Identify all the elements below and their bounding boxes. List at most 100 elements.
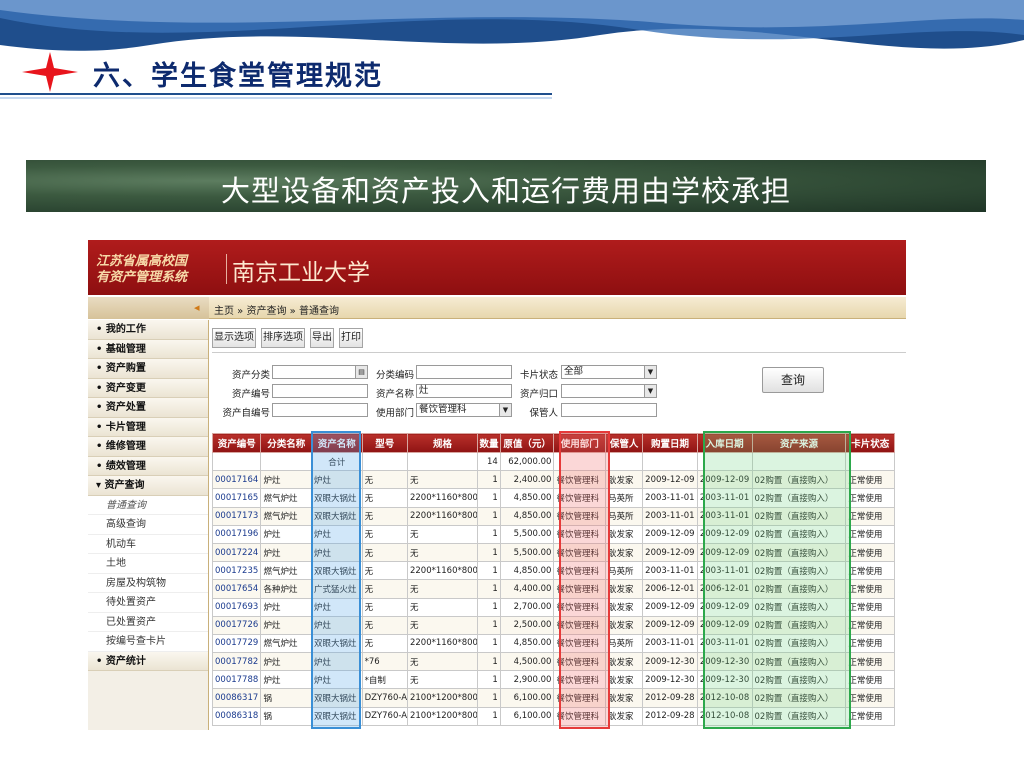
table-row[interactable]: 00017729 燃气炉灶 双眼大锅灶无 2200*1160*800 1 4,850.00… bbox=[211, 633, 895, 654]
column-header[interactable]: 使用部门 bbox=[553, 433, 607, 453]
column-header[interactable]: 资产名称 bbox=[311, 433, 363, 453]
sidebar-sub-disposed[interactable]: 已处置资产 bbox=[88, 612, 208, 632]
table-row[interactable]: 00017654 各种炉灶 广式猛火灶无无 1 4,400.00 餐饮管理科 耿发家 2006… bbox=[211, 579, 895, 599]
table-cell: 02购置（直接购入） bbox=[751, 633, 847, 654]
table-body: 合计 14 62,000.00 00017164 炉灶 炉灶无无 1 2,400.00 餐饮管理… bbox=[211, 451, 895, 726]
export-button[interactable]: 导出 bbox=[310, 328, 334, 348]
table-row[interactable]: 00017173 燃气炉灶 双眼大锅灶无 2200*1160*800 1 4,850.00… bbox=[211, 506, 895, 526]
sidebar-sub-pending-disposal[interactable]: 待处置资产 bbox=[88, 593, 208, 613]
table-cell: 正常使用 bbox=[845, 506, 895, 526]
sidebar-sub-normal-query[interactable]: 普通查询 bbox=[88, 495, 208, 515]
table-cell: 炉灶 bbox=[260, 652, 313, 672]
table-cell: 2012-10-08 bbox=[696, 706, 753, 726]
table-row[interactable]: 00017164 炉灶 炉灶无无 1 2,400.00 餐饮管理科 耿发家 2009-12-0… bbox=[211, 470, 895, 490]
column-header[interactable]: 数量 bbox=[477, 433, 501, 453]
sidebar-sub-land[interactable]: 土地 bbox=[88, 554, 208, 574]
column-header[interactable]: 原值（元） bbox=[499, 433, 555, 453]
table-row[interactable]: 00017726 炉灶 炉灶无无 1 2,500.00 餐饮管理科 耿发家 2009-12-0… bbox=[211, 615, 895, 635]
table-cell: 4,850.00 bbox=[499, 633, 555, 654]
table-cell: 2,900.00 bbox=[499, 670, 555, 690]
table-row[interactable]: 00086318 锅双眼大锅灶 DZY760-A 2100*1200*800 1 6,10… bbox=[211, 706, 895, 726]
sort-options-button[interactable]: 排序选项 bbox=[261, 328, 305, 348]
table-row[interactable]: 00017788 炉灶 炉灶 *自制无 1 2,900.00 餐饮管理科 耿发家 2009-12… bbox=[211, 670, 895, 690]
sidebar-item-disposal[interactable]: • 资产处置 bbox=[88, 398, 208, 418]
collapse-arrow-icon[interactable]: ◂ bbox=[194, 301, 200, 314]
keeper-input[interactable] bbox=[561, 403, 657, 417]
sidebar-item-change[interactable]: • 资产变更 bbox=[88, 378, 208, 398]
sidebar-item-query[interactable]: ▾ 资产查询 bbox=[88, 476, 208, 496]
table-row[interactable]: 00017782 炉灶 炉灶 *76 无 1 4,500.00 餐饮管理科 耿发家 2009-12… bbox=[211, 652, 895, 672]
table-row[interactable]: 00017693 炉灶 炉灶无无 1 2,700.00 餐饮管理科 耿发家 2009-12-0… bbox=[211, 597, 895, 617]
table-cell[interactable]: 00017165 bbox=[211, 488, 262, 508]
table-cell[interactable]: 00017729 bbox=[211, 633, 262, 654]
column-header[interactable]: 保管人 bbox=[605, 433, 644, 453]
sidebar-sub-advanced-query[interactable]: 高级查询 bbox=[88, 515, 208, 535]
table-cell: 炉灶 bbox=[260, 615, 313, 635]
table-cell[interactable]: 00017788 bbox=[211, 670, 262, 690]
table-cell[interactable]: 00086317 bbox=[211, 688, 262, 708]
table-row[interactable]: 00017165 燃气炉灶 双眼大锅灶无 2200*1160*800 1 4,850.00… bbox=[211, 488, 895, 508]
sidebar-item-my-work[interactable]: • 我的工作 bbox=[88, 320, 208, 340]
print-button[interactable]: 打印 bbox=[339, 328, 363, 348]
table-cell[interactable]: 00017224 bbox=[211, 542, 262, 563]
table-cell[interactable]: 00017196 bbox=[211, 524, 262, 544]
column-header[interactable]: 分类名称 bbox=[260, 433, 313, 453]
table-cell[interactable]: 00086318 bbox=[211, 706, 262, 726]
chevron-down-icon[interactable]: ▼ bbox=[644, 366, 656, 378]
sidebar-item-performance[interactable]: • 绩效管理 bbox=[88, 456, 208, 476]
column-header[interactable]: 卡片状态 bbox=[845, 433, 895, 453]
asset-no-label: 资产编号 bbox=[231, 389, 270, 400]
table-cell[interactable]: 00017173 bbox=[211, 506, 262, 526]
table-cell: 02购置（直接购入） bbox=[751, 706, 847, 726]
table-row[interactable]: 00017224 炉灶 炉灶无无 1 5,500.00 餐饮管理科 耿发家 2009-12-0… bbox=[211, 542, 895, 563]
table-cell[interactable]: 00017164 bbox=[211, 470, 262, 490]
column-header[interactable]: 资产编号 bbox=[211, 433, 262, 453]
table-cell: 2003-11-01 bbox=[642, 633, 698, 654]
table-cell: 餐饮管理科 bbox=[553, 488, 607, 508]
table-cell: 双眼大锅灶 bbox=[311, 488, 363, 508]
category-code-label: 分类编码 bbox=[375, 370, 414, 381]
keeper-label: 保管人 bbox=[529, 408, 558, 419]
asset-belong-select[interactable]: ▼ bbox=[561, 384, 657, 398]
table-cell: 正常使用 bbox=[845, 688, 895, 708]
table-cell: 4,850.00 bbox=[499, 506, 555, 526]
sidebar-sub-vehicle[interactable]: 机动车 bbox=[88, 534, 208, 554]
sidebar-item-stats[interactable]: • 资产统计 bbox=[88, 651, 208, 671]
table-cell: 无 bbox=[406, 652, 479, 672]
card-status-select[interactable]: 全部 ▼ bbox=[561, 365, 657, 379]
sidebar-item-card[interactable]: • 卡片管理 bbox=[88, 417, 208, 437]
column-header[interactable]: 型号 bbox=[361, 433, 408, 453]
table-cell: 2009-12-09 bbox=[696, 524, 753, 544]
sidebar-item-purchase[interactable]: • 资产购置 bbox=[88, 359, 208, 379]
table-cell[interactable]: 00017235 bbox=[211, 561, 262, 581]
table-cell: 2003-11-01 bbox=[696, 633, 753, 654]
table-cell[interactable]: 00017693 bbox=[211, 597, 262, 617]
table-cell: 锅 bbox=[260, 688, 313, 708]
chevron-down-icon[interactable]: ▼ bbox=[644, 385, 656, 397]
banner-text: 大型设备和资产投入和运行费用由学校承担 bbox=[220, 174, 791, 208]
table-cell: 6,100.00 bbox=[499, 688, 555, 708]
query-button[interactable]: 查询 bbox=[762, 367, 824, 393]
sidebar-item-basic[interactable]: • 基础管理 bbox=[88, 339, 208, 359]
table-cell[interactable]: 00017726 bbox=[211, 615, 262, 635]
table-cell: 餐饮管理科 bbox=[553, 524, 607, 544]
table-row[interactable]: 00017235 燃气炉灶 双眼大锅灶无 2200*1160*800 1 4,850.00… bbox=[211, 561, 895, 581]
table-cell: 各种炉灶 bbox=[260, 579, 313, 599]
total-qty: 14 bbox=[477, 451, 501, 472]
table-row[interactable]: 00086317 锅双眼大锅灶 DZY760-A 2100*1200*800 1 6,10… bbox=[211, 688, 895, 708]
table-cell: 正常使用 bbox=[845, 633, 895, 654]
table-cell[interactable]: 00017654 bbox=[211, 579, 262, 599]
table-cell[interactable]: 00017782 bbox=[211, 652, 262, 672]
table-cell: 餐饮管理科 bbox=[553, 706, 607, 726]
column-header[interactable]: 入库日期 bbox=[696, 433, 753, 453]
sidebar-sub-building[interactable]: 房屋及构筑物 bbox=[88, 573, 208, 593]
table-cell: 1 bbox=[477, 706, 501, 726]
column-header[interactable]: 规格 bbox=[406, 433, 479, 453]
nav-bar: ◂ 主页 » 资产查询 » 普通查询 bbox=[88, 297, 906, 319]
column-header[interactable]: 购置日期 bbox=[642, 433, 698, 453]
sidebar-item-repair[interactable]: • 维修管理 bbox=[88, 437, 208, 457]
show-options-button[interactable]: 显示选项 bbox=[212, 328, 256, 348]
table-row[interactable]: 00017196 炉灶 炉灶无无 1 5,500.00 餐饮管理科 耿发家 2009-12-0… bbox=[211, 524, 895, 544]
column-header[interactable]: 资产来源 bbox=[751, 433, 847, 453]
sidebar-sub-card-by-no[interactable]: 按编号查卡片 bbox=[88, 632, 208, 652]
